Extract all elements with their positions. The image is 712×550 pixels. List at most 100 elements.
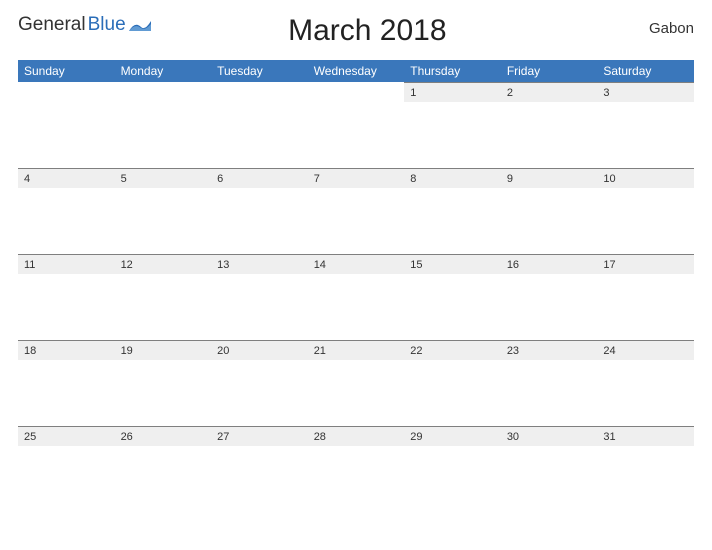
- date-number: 24: [597, 340, 694, 360]
- brand-text-1: General: [18, 14, 86, 36]
- calendar-cell: 11: [18, 254, 115, 340]
- calendar-cell: 16: [501, 254, 598, 340]
- weekday-header: Wednesday: [308, 60, 405, 82]
- date-number: 21: [308, 340, 405, 360]
- date-number: 4: [18, 168, 115, 188]
- date-body: [115, 446, 212, 512]
- date-number: 27: [211, 426, 308, 446]
- calendar-cell: 1: [404, 82, 501, 168]
- calendar-cell: [115, 82, 212, 168]
- date-body: [501, 360, 598, 426]
- date-body: [501, 446, 598, 512]
- calendar-cell: 19: [115, 340, 212, 426]
- calendar-cell: 25: [18, 426, 115, 512]
- date-body: [211, 360, 308, 426]
- date-number: 26: [115, 426, 212, 446]
- weekday-header: Monday: [115, 60, 212, 82]
- calendar-cell: 15: [404, 254, 501, 340]
- date-body: [211, 446, 308, 512]
- calendar-week-row: 123: [18, 82, 694, 168]
- date-number: 20: [211, 340, 308, 360]
- date-number: 22: [404, 340, 501, 360]
- calendar-cell: 23: [501, 340, 598, 426]
- calendar-cell: 21: [308, 340, 405, 426]
- date-body: [18, 360, 115, 426]
- calendar-cell: 28: [308, 426, 405, 512]
- header: GeneralBlue March 2018 Gabon: [18, 12, 694, 54]
- calendar-cell: 18: [18, 340, 115, 426]
- date-body: [18, 188, 115, 254]
- date-body: [501, 188, 598, 254]
- date-body: [115, 360, 212, 426]
- date-body: [115, 188, 212, 254]
- date-number: 17: [597, 254, 694, 274]
- date-body: [18, 274, 115, 340]
- date-number: 30: [501, 426, 598, 446]
- date-number: 6: [211, 168, 308, 188]
- date-number: 25: [18, 426, 115, 446]
- calendar-cell: 6: [211, 168, 308, 254]
- date-number: 31: [597, 426, 694, 446]
- date-body: [115, 274, 212, 340]
- weekday-header: Friday: [501, 60, 598, 82]
- brand-wave-icon: [129, 17, 151, 33]
- date-number: 19: [115, 340, 212, 360]
- date-body: [308, 274, 405, 340]
- date-body: [501, 102, 598, 168]
- calendar-grid: Sunday Monday Tuesday Wednesday Thursday…: [18, 60, 694, 512]
- date-number: 23: [501, 340, 598, 360]
- date-number: 1: [404, 82, 501, 102]
- calendar-week-row: 25262728293031: [18, 426, 694, 512]
- calendar-cell: 3: [597, 82, 694, 168]
- date-body: [308, 446, 405, 512]
- date-number: [211, 82, 308, 102]
- date-body: [597, 102, 694, 168]
- calendar-cell: 14: [308, 254, 405, 340]
- calendar-cell: 7: [308, 168, 405, 254]
- calendar-cell: 4: [18, 168, 115, 254]
- calendar-cell: 10: [597, 168, 694, 254]
- calendar-cell: 29: [404, 426, 501, 512]
- date-number: 10: [597, 168, 694, 188]
- date-body: [501, 274, 598, 340]
- calendar-cell: 2: [501, 82, 598, 168]
- date-number: 9: [501, 168, 598, 188]
- date-body: [308, 360, 405, 426]
- calendar-cell: 8: [404, 168, 501, 254]
- country-label: Gabon: [584, 12, 694, 37]
- date-body: [404, 274, 501, 340]
- calendar-cell: 20: [211, 340, 308, 426]
- calendar-cell: [211, 82, 308, 168]
- calendar-week-row: 11121314151617: [18, 254, 694, 340]
- date-number: 18: [18, 340, 115, 360]
- date-body: [404, 102, 501, 168]
- date-number: 12: [115, 254, 212, 274]
- calendar-cell: 13: [211, 254, 308, 340]
- calendar-cell: 9: [501, 168, 598, 254]
- calendar-week-row: 45678910: [18, 168, 694, 254]
- date-body: [597, 446, 694, 512]
- calendar-cell: 5: [115, 168, 212, 254]
- calendar-cell: 12: [115, 254, 212, 340]
- date-body: [597, 360, 694, 426]
- date-body: [18, 446, 115, 512]
- date-number: 16: [501, 254, 598, 274]
- date-body: [597, 188, 694, 254]
- calendar-cell: 31: [597, 426, 694, 512]
- date-body: [404, 360, 501, 426]
- calendar-cell: 30: [501, 426, 598, 512]
- weekday-header: Saturday: [597, 60, 694, 82]
- date-number: [308, 82, 405, 102]
- date-body: [308, 102, 405, 168]
- calendar-body: 1234567891011121314151617181920212223242…: [18, 82, 694, 512]
- date-number: 28: [308, 426, 405, 446]
- calendar-cell: 26: [115, 426, 212, 512]
- date-body: [404, 188, 501, 254]
- calendar-cell: 24: [597, 340, 694, 426]
- calendar-cell: 27: [211, 426, 308, 512]
- calendar-cell: 22: [404, 340, 501, 426]
- date-number: 11: [18, 254, 115, 274]
- date-body: [308, 188, 405, 254]
- weekday-header: Thursday: [404, 60, 501, 82]
- calendar-week-row: 18192021222324: [18, 340, 694, 426]
